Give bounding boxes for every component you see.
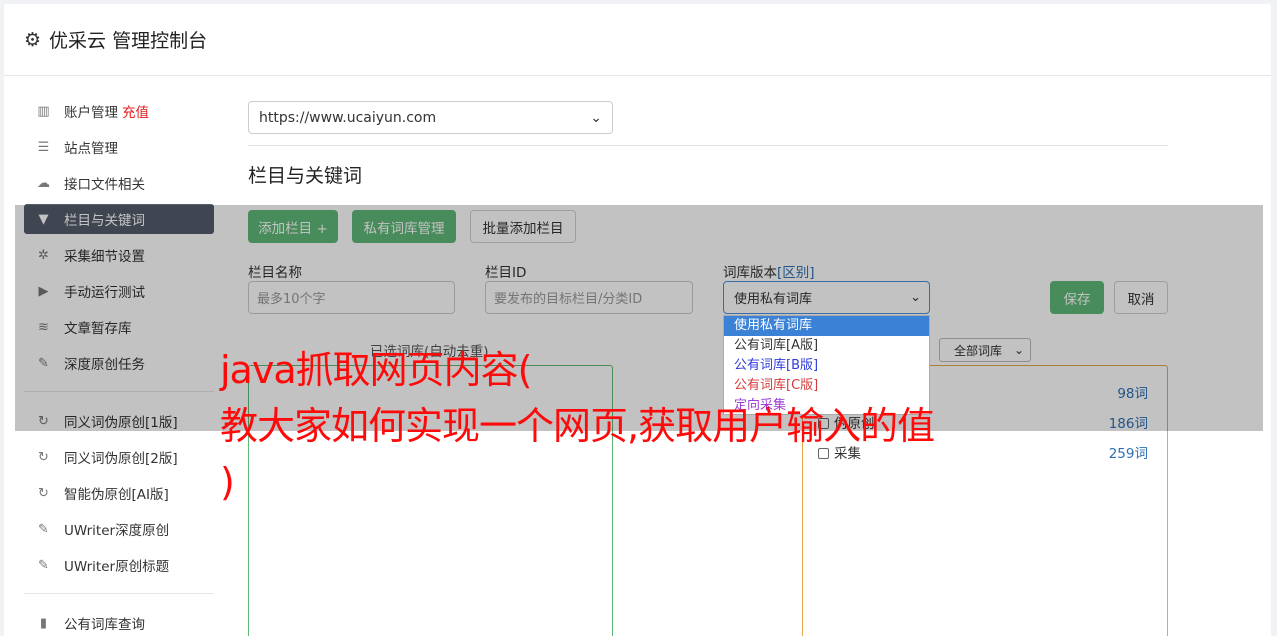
sidebar-item-interface[interactable]: ☁ 接口文件相关 (24, 168, 214, 198)
site-select-value: https://www.ucaiyun.com (259, 109, 437, 126)
sidebar-divider (24, 593, 214, 594)
dropdown-option[interactable]: 使用私有词库 (724, 316, 929, 336)
sidebar-item-uwriter-title[interactable]: ✎ UWriter原创标题 (24, 550, 214, 580)
server-icon: ☰ (37, 139, 50, 155)
bar-chart-icon: ▥ (37, 103, 50, 119)
lib-count: 259词 (1108, 446, 1148, 462)
sidebar-item-label: UWriter深度原创 (64, 523, 170, 539)
edit-icon: ✎ (38, 557, 49, 573)
divider (248, 145, 1168, 146)
sidebar-item-label: 同义词伪原创[2版] (64, 451, 178, 467)
sidebar-item-label: UWriter原创标题 (64, 559, 170, 575)
sidebar-item-uwriter-deep[interactable]: ✎ UWriter深度原创 (24, 514, 214, 544)
sidebar-item-sites[interactable]: ☰ 站点管理 (24, 132, 214, 162)
sidebar-item-ai-original[interactable]: ↻ 智能伪原创[AI版] (24, 478, 214, 508)
chevron-down-icon: ⌄ (590, 109, 602, 126)
watermark-line: ) (220, 460, 235, 504)
app-header: ⚙ 优采云 管理控制台 (4, 4, 1271, 76)
refresh-icon: ↻ (38, 449, 49, 465)
app-title: 优采云 管理控制台 (49, 30, 208, 52)
edit-icon: ✎ (38, 521, 49, 537)
sidebar-item-synonym-v2[interactable]: ↻ 同义词伪原创[2版] (24, 442, 214, 472)
site-select[interactable]: https://www.ucaiyun.com ⌄ (248, 101, 613, 134)
section-title: 栏目与关键词 (248, 165, 363, 187)
watermark-line: java抓取网页内容( (220, 348, 532, 392)
cloud-upload-icon: ☁ (37, 175, 50, 191)
book-icon: ▮ (39, 615, 48, 631)
watermark-text: java抓取网页内容( 教大家如何实现一个网页,获取用户输入的值 ) (220, 342, 1080, 510)
watermark-line: 教大家如何实现一个网页,获取用户输入的值 (220, 404, 935, 448)
sidebar-item-label: 公有词库查询 (64, 617, 145, 633)
sidebar-item-account[interactable]: ▥ 账户管理 充值 (24, 96, 214, 126)
sidebar-item-public-lib[interactable]: ▮ 公有词库查询 (24, 608, 214, 636)
recharge-link[interactable]: 充值 (122, 101, 149, 121)
refresh-icon: ↻ (38, 485, 49, 501)
gear-icon: ⚙ (24, 28, 42, 51)
sidebar-item-label: 站点管理 (64, 141, 118, 157)
sidebar-item-label: 接口文件相关 (64, 177, 145, 193)
sidebar-item-label: 智能伪原创[AI版] (64, 487, 169, 503)
sidebar-item-label: 账户管理 (64, 105, 118, 121)
